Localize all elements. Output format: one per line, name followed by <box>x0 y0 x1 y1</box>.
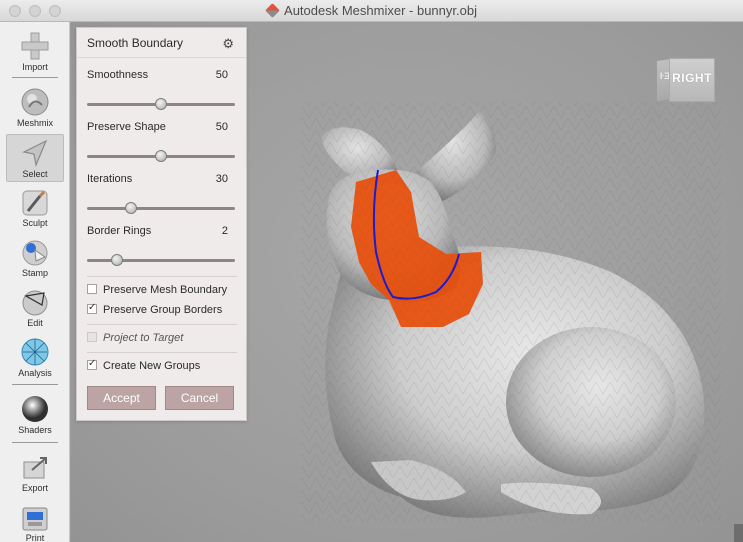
smoothness-slider[interactable] <box>87 98 235 110</box>
export-tool[interactable]: Export <box>6 449 64 497</box>
iterations-value[interactable]: 30 <box>216 173 228 185</box>
checkbox-box[interactable] <box>87 284 97 294</box>
edit-icon <box>20 287 50 317</box>
slider-thumb[interactable] <box>155 98 167 110</box>
brush-icon <box>20 187 50 217</box>
select-arrow-icon <box>20 138 50 168</box>
preserve-shape-label: Preserve Shape <box>87 121 166 133</box>
create-new-groups-checkbox[interactable]: Create New Groups <box>87 358 201 374</box>
select-label: Select <box>22 169 48 179</box>
smooth-boundary-panel: Smooth Boundary ⚙ Smoothness 50 Preserve… <box>76 27 247 421</box>
meshmix-icon <box>20 87 50 117</box>
smoothness-label: Smoothness <box>87 69 149 81</box>
slider-thumb[interactable] <box>155 150 167 162</box>
stamp-icon <box>20 237 50 267</box>
border-rings-slider[interactable] <box>87 254 235 266</box>
printer-icon <box>20 502 50 532</box>
preserve-mesh-boundary-label: Preserve Mesh Boundary <box>103 284 228 296</box>
cancel-button[interactable]: Cancel <box>165 386 234 410</box>
shaders-label: Shaders <box>18 425 52 435</box>
panel-title: Smooth Boundary <box>87 36 184 50</box>
checkbox-box[interactable] <box>87 302 97 314</box>
panel-header: Smooth Boundary ⚙ <box>77 28 246 58</box>
analysis-icon <box>20 337 50 367</box>
meshmix-tool[interactable]: Meshmix <box>6 84 64 132</box>
stamp-label: Stamp <box>21 268 48 278</box>
preserve-shape-value[interactable]: 50 <box>216 121 228 133</box>
sculpt-tool[interactable]: Sculpt <box>6 184 64 232</box>
panel-divider <box>87 352 237 353</box>
slider-track[interactable] <box>87 259 235 262</box>
panel-divider <box>87 324 237 325</box>
toolbar-divider <box>12 384 58 385</box>
toolbar-divider <box>12 77 58 78</box>
sphere-icon <box>20 394 50 424</box>
toolbar-divider <box>12 442 58 443</box>
iterations-label: Iterations <box>87 173 133 185</box>
left-toolbar: Import Meshmix Select Sculpt Stamp Edit <box>0 22 70 542</box>
print-label: Print <box>25 533 45 542</box>
shaders-tool[interactable]: Shaders <box>6 391 64 439</box>
import-label: Import <box>22 62 48 72</box>
export-label: Export <box>21 483 48 493</box>
border-rings-value[interactable]: 2 <box>222 225 228 237</box>
panel-divider <box>87 276 237 277</box>
preserve-group-borders-checkbox[interactable]: Preserve Group Borders <box>87 302 223 318</box>
checkbox-box[interactable] <box>87 358 97 370</box>
edit-label: Edit <box>27 318 43 328</box>
plus-icon <box>20 31 50 61</box>
edit-tool[interactable]: Edit <box>6 284 64 332</box>
preserve-shape-slider[interactable] <box>87 150 235 162</box>
view-cube-label: RIGHT <box>672 71 712 85</box>
import-tool[interactable]: Import <box>6 28 64 76</box>
gear-icon[interactable]: ⚙ <box>222 36 234 52</box>
slider-track[interactable] <box>87 207 235 210</box>
analysis-label: Analysis <box>18 368 52 378</box>
view-cube[interactable]: ŀƎ RIGHT <box>655 52 717 106</box>
window-title-wrap: Autodesk Meshmixer - bunnyr.obj <box>0 3 743 18</box>
meshmix-label: Meshmix <box>16 118 53 128</box>
border-rings-label: Border Rings <box>87 225 152 237</box>
meshmixer-app-icon <box>265 3 280 18</box>
stamp-tool[interactable]: Stamp <box>6 234 64 282</box>
slider-thumb[interactable] <box>110 254 123 266</box>
create-new-groups-label: Create New Groups <box>103 360 201 372</box>
analysis-tool[interactable]: Analysis <box>6 334 64 382</box>
select-tool[interactable]: Select <box>6 134 64 182</box>
title-bar: Autodesk Meshmixer - bunnyr.obj <box>0 0 743 22</box>
smoothness-value[interactable]: 50 <box>216 69 228 81</box>
print-tool[interactable]: Print <box>6 499 64 542</box>
checkbox-box <box>87 332 97 342</box>
preserve-mesh-boundary-checkbox[interactable]: Preserve Mesh Boundary <box>87 284 227 298</box>
iterations-slider[interactable] <box>87 202 235 214</box>
viewport-corner-handle[interactable] <box>734 524 743 542</box>
sculpt-label: Sculpt <box>22 218 48 228</box>
window-title: Autodesk Meshmixer - bunnyr.obj <box>284 3 477 18</box>
export-icon <box>20 452 50 482</box>
accept-button[interactable]: Accept <box>87 386 156 410</box>
project-to-target-checkbox: Project to Target <box>87 332 183 346</box>
project-to-target-label: Project to Target <box>103 332 184 344</box>
slider-thumb[interactable] <box>125 202 138 214</box>
preserve-group-borders-label: Preserve Group Borders <box>103 304 223 316</box>
